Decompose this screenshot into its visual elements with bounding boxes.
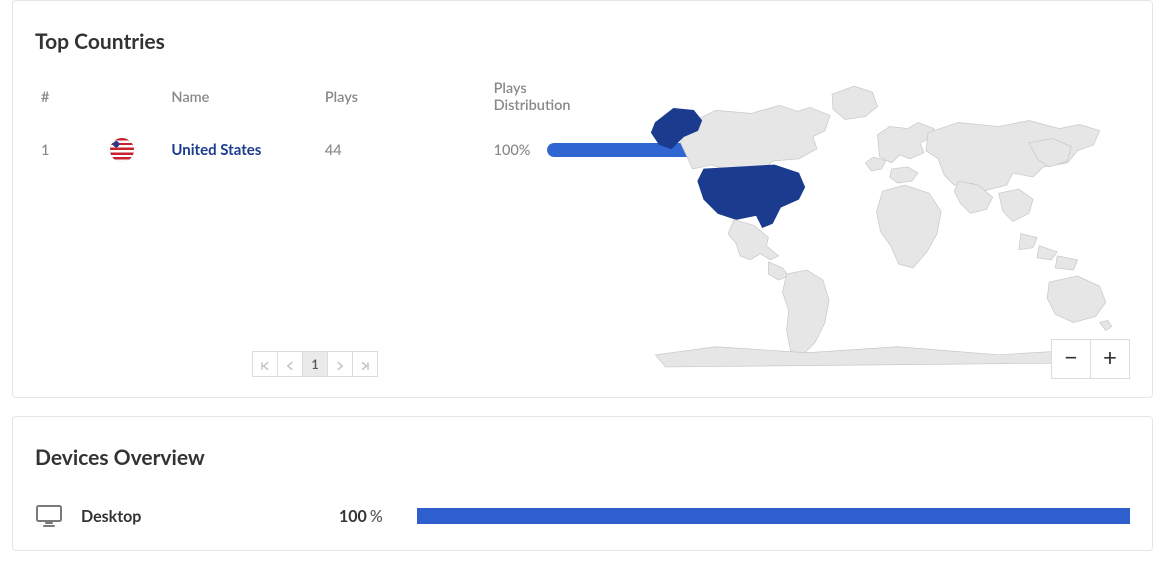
row-flag	[104, 128, 165, 172]
zoom-out-button[interactable]: −	[1051, 339, 1091, 379]
table-header-row: # Name Plays Plays Distribution	[35, 66, 595, 128]
map-region-asia	[926, 120, 1100, 221]
zoom-in-button[interactable]: +	[1090, 339, 1130, 379]
world-map-pane: − +	[625, 66, 1130, 379]
pagination: 1	[35, 351, 595, 377]
page-number-current[interactable]: 1	[302, 351, 328, 377]
page-last-button[interactable]	[352, 351, 378, 377]
row-plays: 44	[319, 128, 488, 172]
map-region-se-asia	[1019, 234, 1078, 270]
col-name-header: Name	[165, 66, 318, 128]
map-region-europe	[865, 123, 934, 184]
top-countries-table: # Name Plays Plays Distribution 1	[35, 66, 595, 172]
map-region-antarctica	[655, 347, 1099, 367]
top-countries-card: Top Countries # Name Plays Plays Distrib…	[12, 0, 1153, 398]
device-percent-sign: %	[370, 507, 383, 526]
device-bar	[417, 508, 1130, 524]
devices-overview-title: Devices Overview	[35, 445, 1130, 470]
map-region-africa	[876, 185, 941, 268]
us-flag-icon	[110, 138, 134, 162]
col-distribution-header: Plays Distribution	[488, 66, 595, 128]
device-label: Desktop	[81, 507, 321, 526]
devices-overview-card: Devices Overview Desktop 100%	[12, 416, 1153, 551]
row-percent: 100%	[488, 128, 542, 172]
world-map-icon[interactable]	[625, 72, 1130, 375]
top-countries-title: Top Countries	[35, 29, 1130, 54]
page-next-button[interactable]	[327, 351, 353, 377]
col-plays-header: Plays	[319, 66, 488, 128]
page-prev-button[interactable]	[277, 351, 303, 377]
map-zoom-controls: − +	[1051, 339, 1130, 379]
page-first-button[interactable]	[252, 351, 278, 377]
country-link-united-states[interactable]: United States	[171, 141, 261, 159]
device-percent: 100%	[339, 507, 383, 526]
map-region-north-america	[651, 86, 877, 280]
col-flag-header	[104, 66, 165, 128]
device-row: Desktop 100%	[35, 482, 1130, 532]
map-region-australia	[1047, 276, 1112, 331]
col-index-header: #	[35, 66, 104, 128]
top-countries-table-pane: # Name Plays Plays Distribution 1	[35, 66, 595, 379]
device-percent-number: 100	[339, 507, 367, 526]
row-index: 1	[35, 128, 104, 172]
device-bar-fill	[417, 508, 1130, 524]
desktop-icon	[35, 504, 63, 528]
map-region-south-america	[783, 270, 829, 357]
table-row: 1 United States 44 100%	[35, 128, 595, 172]
